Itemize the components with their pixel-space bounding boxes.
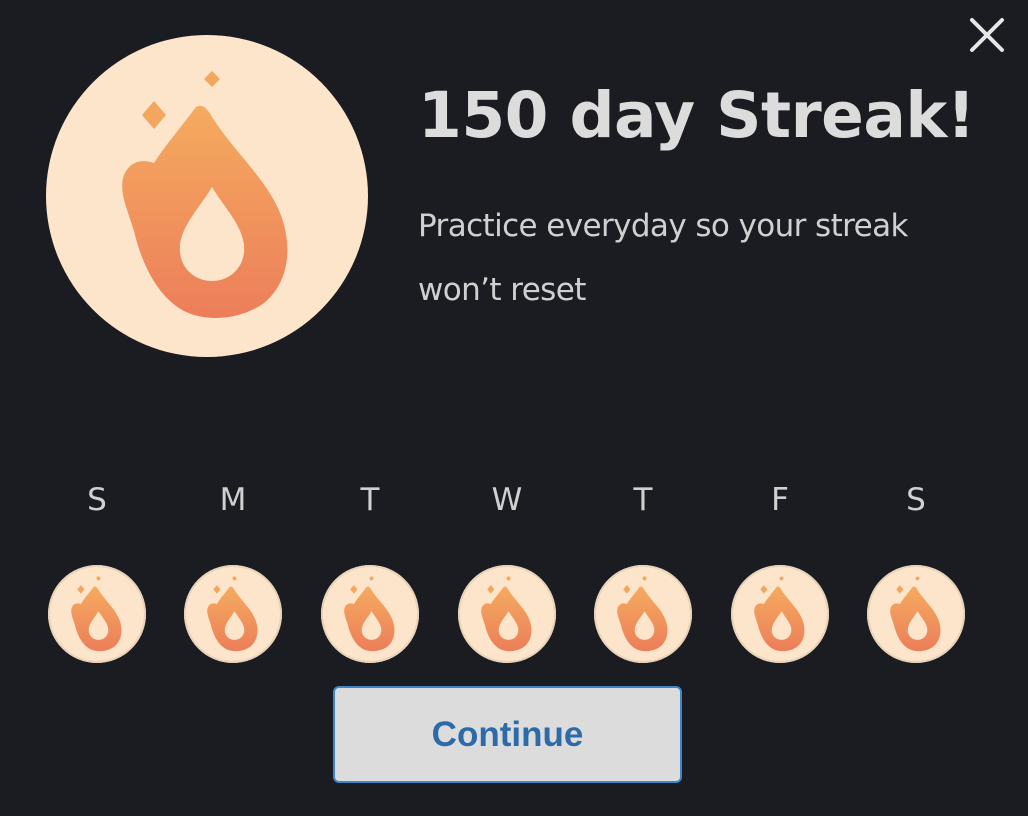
day-streak-badge — [731, 565, 829, 663]
day-streak-badge — [184, 565, 282, 663]
day-monday: M — [183, 470, 283, 663]
day-streak-badge — [48, 565, 146, 663]
day-streak-badge — [867, 565, 965, 663]
day-sunday: S — [47, 470, 147, 663]
day-letter: S — [87, 482, 107, 518]
flame-icon — [344, 575, 395, 652]
dialog-title: 150 day Streak! — [418, 79, 976, 152]
dialog-message: Practice everyday so your streak won’t r… — [418, 208, 908, 308]
day-letter: F — [771, 482, 789, 518]
day-tuesday: T — [320, 470, 420, 663]
day-streak-badge — [321, 565, 419, 663]
flame-icon — [71, 575, 122, 652]
day-letter: T — [633, 482, 653, 518]
week-streak-row: S M T W T F S — [0, 470, 1028, 670]
day-letter: S — [906, 482, 926, 518]
day-thursday: T — [593, 470, 693, 663]
day-letter: W — [491, 482, 523, 518]
continue-button[interactable]: Continue — [333, 686, 682, 783]
day-streak-badge — [458, 565, 556, 663]
day-letter: M — [219, 482, 247, 518]
flame-icon — [481, 575, 532, 652]
day-streak-badge — [594, 565, 692, 663]
flame-icon — [890, 575, 941, 652]
close-button[interactable] — [966, 14, 1008, 56]
streak-dialog: 150 day Streak! Practice everyday so you… — [0, 0, 1028, 816]
close-icon — [970, 18, 1004, 52]
day-friday: F — [730, 470, 830, 663]
streak-badge — [46, 35, 368, 357]
day-saturday: S — [866, 470, 966, 663]
flame-icon — [754, 575, 805, 652]
flame-icon — [617, 575, 668, 652]
day-letter: T — [360, 482, 380, 518]
day-wednesday: W — [457, 470, 557, 663]
flame-icon — [122, 71, 288, 318]
flame-icon — [207, 575, 258, 652]
